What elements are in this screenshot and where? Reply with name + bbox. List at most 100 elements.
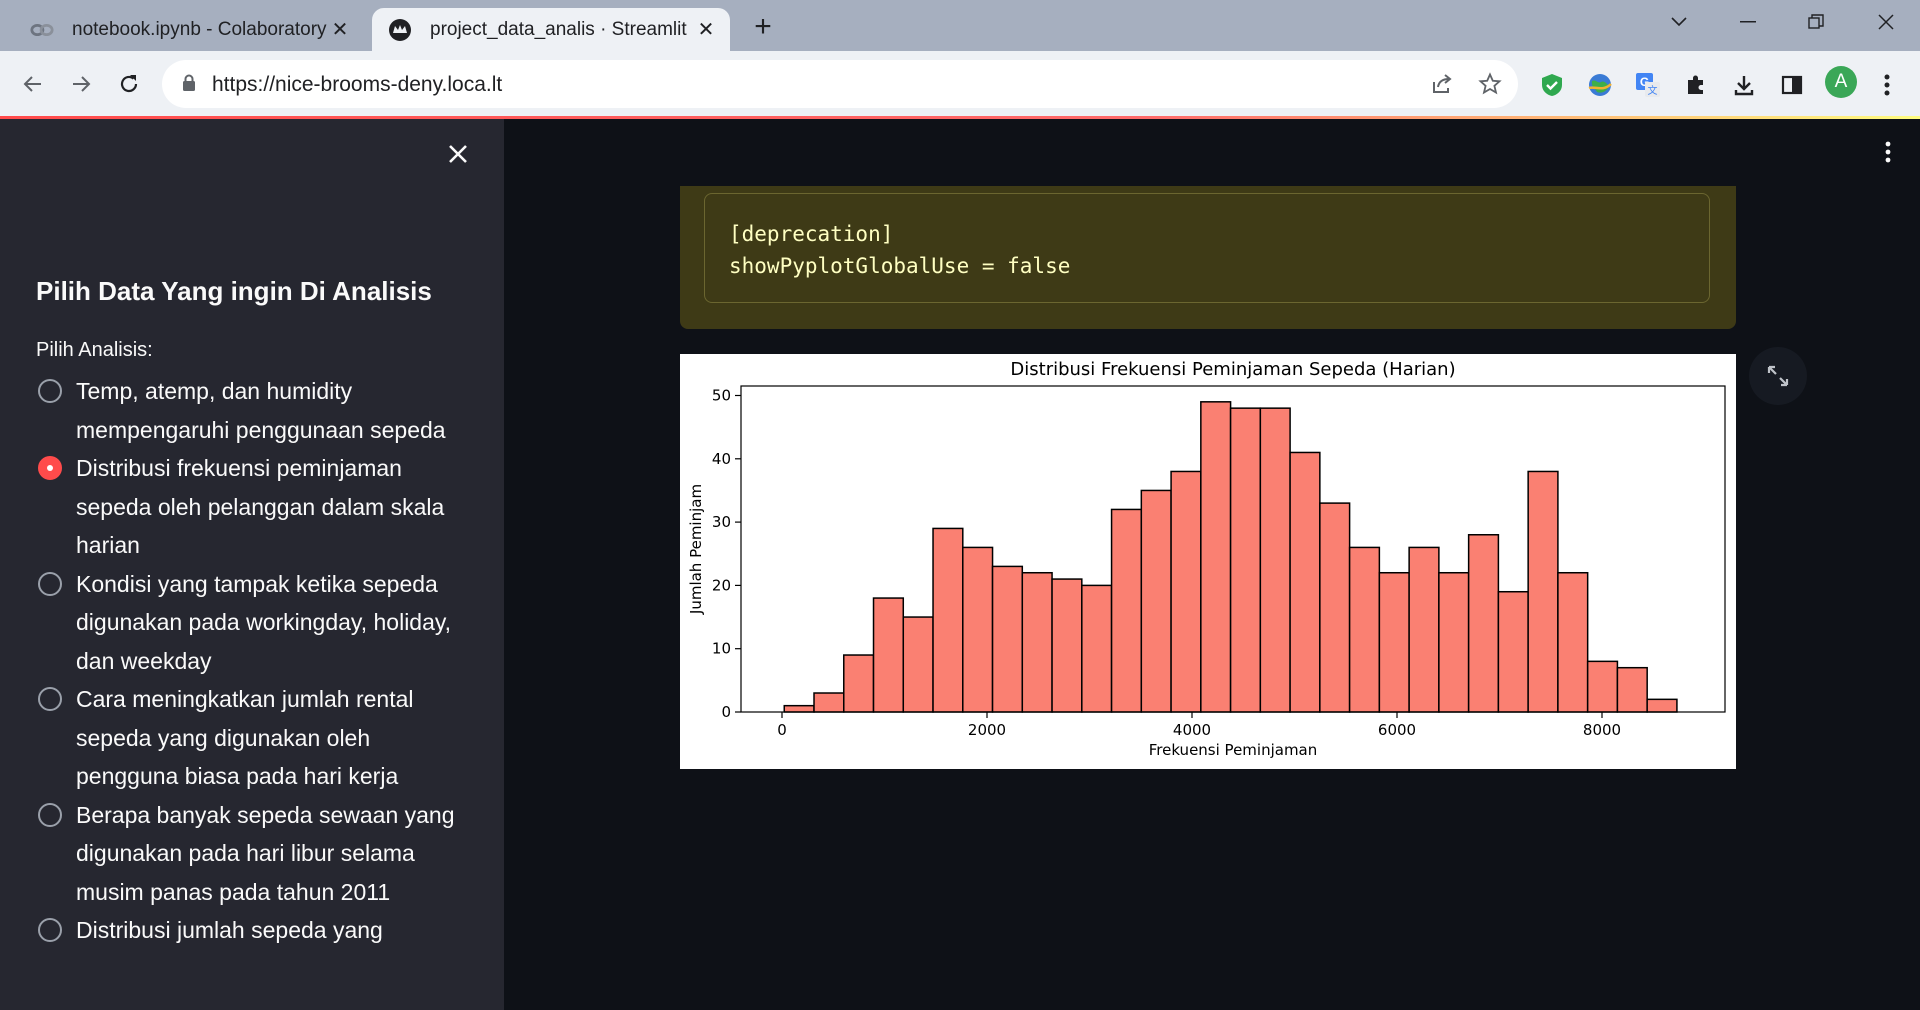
close-icon[interactable]: ✕ (328, 18, 352, 42)
tab-title: project_data_analis · Streamlit (430, 18, 687, 40)
forward-icon[interactable] (66, 69, 96, 99)
histogram-bar (1110, 508, 1143, 713)
radio-option-label: Distribusi frekuensi peminjaman sepeda o… (76, 455, 445, 558)
x-tick-label: 4000 (1173, 721, 1211, 739)
x-tick-label: 0 (777, 721, 787, 739)
y-tick-label: 10 (712, 640, 731, 658)
histogram-bar (1289, 451, 1321, 713)
profile-initial: A (1825, 66, 1857, 98)
bookmark-star-icon[interactable] (1478, 72, 1502, 101)
radio-option[interactable]: Distribusi jumlah sepeda yang (36, 911, 456, 950)
code-line: showPyplotGlobalUse = false (729, 254, 1071, 278)
sidebar: Pilih Data Yang ingin Di Analisis Pilih … (0, 119, 504, 1010)
y-tick-label: 20 (712, 576, 731, 594)
radio-option-label: Temp, atemp, dan humidity mempengaruhi p… (76, 378, 446, 443)
shield-extension-icon[interactable] (1537, 70, 1567, 100)
histogram-bar (1170, 470, 1202, 713)
close-icon[interactable] (446, 142, 470, 166)
profile-avatar[interactable]: A (1824, 65, 1858, 99)
histogram-bar (932, 527, 964, 713)
histogram-bar (1259, 407, 1291, 713)
radio-option[interactable]: Distribusi frekuensi peminjaman sepeda o… (36, 449, 456, 565)
histogram-bar (902, 616, 934, 713)
colab-icon (30, 18, 54, 42)
extensions-puzzle-icon[interactable] (1681, 70, 1711, 100)
url-text[interactable]: https://nice-brooms-deny.loca.lt (212, 73, 502, 97)
histogram-bar (1319, 502, 1351, 713)
svg-text:文: 文 (1648, 84, 1658, 97)
histogram-bar (783, 704, 815, 713)
side-panel-icon[interactable] (1777, 70, 1807, 100)
x-tick-label: 8000 (1583, 721, 1621, 739)
tab-streamlit[interactable]: project_data_analis · Streamlit ✕ (372, 8, 730, 51)
x-tick-label: 2000 (968, 721, 1006, 739)
radio-button[interactable] (38, 379, 62, 403)
histogram-bar (813, 692, 845, 713)
analysis-radio-group: Temp, atemp, dan humidity mempengaruhi p… (36, 372, 456, 950)
radio-button[interactable] (38, 571, 62, 596)
fullscreen-expand-icon[interactable] (1749, 347, 1807, 405)
histogram-bar (1229, 407, 1262, 713)
globe-extension-icon[interactable] (1585, 70, 1615, 100)
radio-button[interactable] (38, 802, 62, 827)
chart-title: Distribusi Frekuensi Peminjaman Sepeda (… (1010, 359, 1455, 380)
histogram-bar (991, 565, 1024, 713)
radio-button-checked[interactable] (38, 456, 62, 480)
new-tab-icon[interactable]: + (748, 12, 778, 43)
radio-button[interactable] (38, 918, 62, 942)
y-axis-label: Jumlah Peminjam (687, 484, 705, 615)
y-tick-label: 40 (712, 450, 731, 468)
reload-icon[interactable] (114, 69, 144, 99)
minimize-icon[interactable] (1728, 8, 1768, 36)
x-axis-label: Frekuensi Peminjaman (1149, 741, 1318, 759)
histogram-bar (1140, 489, 1172, 713)
code-line: [deprecation] (729, 222, 894, 246)
tab-colab[interactable]: notebook.ipynb - Colaboratory ✕ (14, 8, 364, 51)
histogram-bar (872, 597, 905, 713)
main-menu-icon[interactable] (1876, 140, 1900, 164)
histogram-bar (1051, 578, 1083, 713)
y-tick-label: 50 (712, 386, 731, 404)
translate-icon[interactable]: G文 (1633, 70, 1663, 100)
histogram-bar (1616, 666, 1648, 713)
radio-option[interactable]: Berapa banyak sepeda sewaan yang digunak… (36, 796, 456, 912)
radio-option[interactable]: Cara meningkatkan jumlah rental sepeda y… (36, 680, 456, 796)
radio-button[interactable] (38, 687, 62, 711)
restore-icon[interactable] (1796, 8, 1836, 36)
radio-option-label: Berapa banyak sepeda sewaan yang digunak… (76, 801, 455, 905)
y-tick-label: 30 (712, 513, 731, 531)
histogram-bar (1408, 546, 1440, 713)
histogram-bar (843, 654, 875, 713)
y-tick-label: 0 (721, 703, 731, 721)
browser-toolbar: https://nice-brooms-deny.loca.lt G文 A (0, 51, 1920, 117)
browser-tab-strip: notebook.ipynb - Colaboratory ✕ project_… (0, 0, 1920, 51)
histogram-bar (1021, 571, 1053, 713)
tab-title: notebook.ipynb - Colaboratory (72, 18, 327, 40)
histogram-bar (1557, 571, 1589, 713)
code-block: [deprecation] showPyplotGlobalUse = fals… (704, 193, 1710, 303)
lock-icon[interactable] (182, 74, 196, 97)
tab-search-icon[interactable] (1659, 8, 1699, 36)
browser-menu-icon[interactable] (1872, 70, 1902, 100)
close-icon[interactable]: ✕ (694, 18, 718, 42)
histogram-bar (1467, 534, 1500, 713)
histogram-bar (1378, 571, 1410, 713)
histogram-bar (1081, 584, 1113, 713)
sidebar-heading: Pilih Data Yang ingin Di Analisis (36, 276, 432, 306)
deprecation-warning: [deprecation] showPyplotGlobalUse = fals… (680, 186, 1736, 329)
address-bar[interactable]: https://nice-brooms-deny.loca.lt (162, 60, 1518, 108)
close-window-icon[interactable] (1866, 8, 1906, 36)
histogram-bar (1586, 660, 1619, 713)
radio-option[interactable]: Temp, atemp, dan humidity mempengaruhi p… (36, 372, 456, 449)
radio-option[interactable]: Kondisi yang tampak ketika sepeda diguna… (36, 565, 456, 681)
histogram-bar (1497, 590, 1529, 713)
histogram-bar (1527, 470, 1559, 713)
back-icon[interactable] (18, 69, 48, 99)
share-icon[interactable] (1430, 72, 1454, 101)
radio-option-label: Distribusi jumlah sepeda yang (76, 917, 383, 943)
histogram-bar (962, 546, 994, 713)
histogram-bar (1646, 698, 1678, 713)
download-icon[interactable] (1729, 70, 1759, 100)
histogram-bar (1200, 401, 1232, 713)
histogram-bar (1348, 546, 1381, 713)
